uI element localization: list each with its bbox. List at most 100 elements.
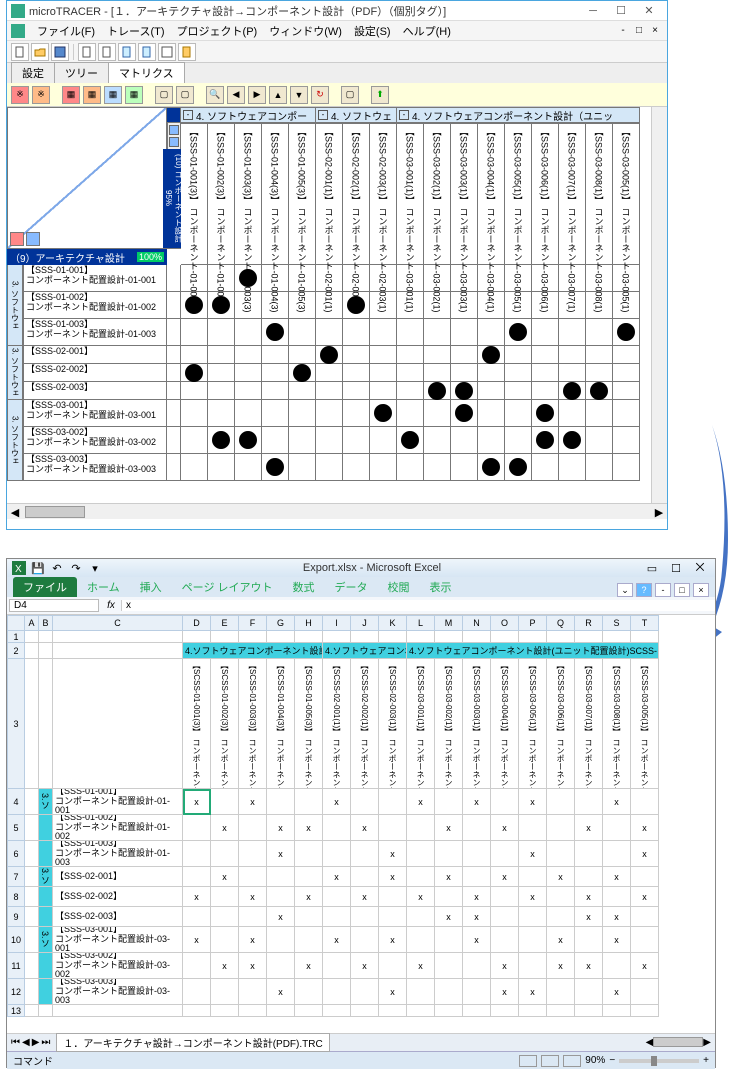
matrix-cell[interactable] xyxy=(181,346,208,364)
cell[interactable] xyxy=(239,1005,267,1017)
data-cell[interactable] xyxy=(379,953,407,979)
row-number[interactable]: 12 xyxy=(7,979,25,1005)
data-cell[interactable]: x xyxy=(547,867,575,887)
matrix-cell[interactable] xyxy=(316,454,343,481)
col-header[interactable]: 【SSS-01-004(3)】 コンポーネント-01-004(3) xyxy=(262,123,289,265)
matrix-cell[interactable] xyxy=(451,292,478,319)
cell[interactable] xyxy=(463,631,491,643)
data-cell[interactable]: x xyxy=(519,789,547,815)
cell[interactable] xyxy=(53,643,183,659)
col-header[interactable]: 【SSS-03-004(1)】 コンポーネント-03-004(1) xyxy=(478,123,505,265)
nav-next-icon[interactable]: ▶ xyxy=(32,1037,40,1048)
row-cat[interactable] xyxy=(39,815,53,841)
matrix-cell[interactable] xyxy=(208,400,235,427)
data-cell[interactable] xyxy=(519,815,547,841)
data-cell[interactable] xyxy=(463,979,491,1005)
matrix-cell[interactable] xyxy=(424,265,451,292)
excel-titlebar[interactable]: X 💾 ↶ ↷ ▾ Export.xlsx - Microsoft Excel … xyxy=(7,559,715,577)
cell[interactable] xyxy=(25,815,39,841)
data-cell[interactable] xyxy=(407,979,435,1005)
matrix-cell[interactable] xyxy=(343,427,370,454)
matrix-cell[interactable] xyxy=(613,364,640,382)
cell[interactable] xyxy=(25,643,39,659)
col-header[interactable]: 【SSS-02-002(1)】 コンポーネント-02-002(1) xyxy=(343,123,370,265)
ribbon-min-icon[interactable]: ⌄ xyxy=(617,583,633,597)
data-cell[interactable] xyxy=(351,789,379,815)
matrix-cell[interactable] xyxy=(208,292,235,319)
data-cell[interactable]: x xyxy=(351,815,379,841)
cell[interactable] xyxy=(351,631,379,643)
data-cell[interactable] xyxy=(519,867,547,887)
data-cell[interactable]: x xyxy=(603,927,631,953)
matrix-cell[interactable] xyxy=(505,454,532,481)
zoom-in-icon[interactable]: + xyxy=(703,1055,709,1066)
data-cell[interactable]: x xyxy=(519,887,547,907)
cell[interactable] xyxy=(39,643,53,659)
row-header[interactable]: 【SSS-01-003】コンポーネント配置設計-01-003 xyxy=(53,841,183,867)
col-header[interactable]: 【SSS-03-003(1)】 コンポーネント-03-003(1) xyxy=(451,123,478,265)
data-cell[interactable] xyxy=(547,887,575,907)
mdi-minimize[interactable]: - xyxy=(615,25,631,36)
data-cell[interactable] xyxy=(491,887,519,907)
row-number[interactable]: 10 xyxy=(7,927,25,953)
col-header[interactable]: 【SCSS-03-007(1)】 コンポーネント-03-007(1) xyxy=(575,659,603,789)
cell[interactable] xyxy=(183,1005,211,1017)
data-cell[interactable]: x xyxy=(295,815,323,841)
col-letter[interactable]: T xyxy=(631,615,659,631)
matrix-cell[interactable] xyxy=(532,364,559,382)
row-number[interactable]: 2 xyxy=(7,643,25,659)
corner-icon1[interactable] xyxy=(10,232,24,246)
titlebar[interactable]: microTRACER - [１．アーキテクチャ設計→コンポーネント設計（PDF… xyxy=(7,1,667,21)
data-cell[interactable] xyxy=(519,907,547,927)
data-cell[interactable]: x xyxy=(323,927,351,953)
data-cell[interactable] xyxy=(407,867,435,887)
data-cell[interactable] xyxy=(547,815,575,841)
matrix-cell[interactable] xyxy=(397,346,424,364)
data-cell[interactable] xyxy=(575,789,603,815)
matrix-cell[interactable] xyxy=(289,346,316,364)
name-box[interactable]: D4 xyxy=(9,599,99,612)
matrix-cell[interactable] xyxy=(586,427,613,454)
matrix-cell[interactable] xyxy=(370,364,397,382)
up2-icon[interactable]: ⬆ xyxy=(371,86,389,104)
nav-prev-icon[interactable]: ◀ xyxy=(22,1037,30,1048)
col-header[interactable]: 【SSS-01-005(3)】 コンポーネント-01-005(3) xyxy=(289,123,316,265)
data-cell[interactable]: x xyxy=(351,953,379,979)
cell[interactable] xyxy=(631,631,659,643)
save-icon[interactable] xyxy=(51,43,69,61)
row-number[interactable]: 3 xyxy=(7,659,25,789)
data-cell[interactable] xyxy=(491,927,519,953)
menu-item[interactable]: 設定(S) xyxy=(348,23,397,39)
data-cell[interactable] xyxy=(519,927,547,953)
data-cell[interactable] xyxy=(547,841,575,867)
cell[interactable] xyxy=(295,1005,323,1017)
cell[interactable] xyxy=(407,1005,435,1017)
matrix-cell[interactable] xyxy=(586,364,613,382)
row-cat[interactable] xyxy=(39,887,53,907)
matrix-cell[interactable] xyxy=(586,292,613,319)
doc2-icon[interactable] xyxy=(98,43,116,61)
col-letter[interactable]: J xyxy=(351,615,379,631)
data-cell[interactable] xyxy=(211,841,239,867)
col-header[interactable]: 【SCSS-02-003(1)】 コンポーネント-02-003(1) xyxy=(379,659,407,789)
data-cell[interactable]: x xyxy=(575,815,603,841)
cell[interactable] xyxy=(39,631,53,643)
cell[interactable] xyxy=(435,631,463,643)
data-cell[interactable]: x xyxy=(491,953,519,979)
data-cell[interactable] xyxy=(463,953,491,979)
h-scrollbar[interactable]: ◀▶ xyxy=(330,1037,711,1048)
data-cell[interactable]: x xyxy=(435,815,463,841)
cell[interactable] xyxy=(25,887,39,907)
col-header[interactable]: 【SCSS-03-001(1)】 コンポーネント-03-001(1) xyxy=(407,659,435,789)
col-letter[interactable]: A xyxy=(25,615,39,631)
data-cell[interactable] xyxy=(323,815,351,841)
matrix-cell[interactable] xyxy=(316,382,343,400)
data-cell[interactable] xyxy=(603,953,631,979)
data-cell[interactable] xyxy=(575,841,603,867)
data-cell[interactable] xyxy=(575,927,603,953)
ribbon-tab[interactable]: 校閲 xyxy=(378,577,420,597)
menu-item[interactable]: ヘルプ(H) xyxy=(397,23,457,39)
matrix-cell[interactable] xyxy=(613,292,640,319)
matrix-cell[interactable] xyxy=(478,265,505,292)
matrix-cell[interactable] xyxy=(478,427,505,454)
